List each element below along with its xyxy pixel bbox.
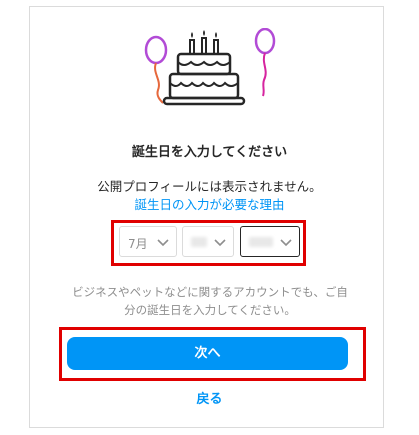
highlight-next-button [59,327,366,381]
birthday-hint-line1: ビジネスやペットなどに関するアカウントでも、ご自 [72,285,348,299]
birthday-hint: ビジネスやペットなどに関するアカウントでも、ご自 分の誕生日を入力してください。 [70,283,350,319]
page-title: 誕生日を入力してください [131,145,288,160]
highlight-birthday-selects [111,220,306,266]
birthday-hint-line2: 分の誕生日を入力してください。 [124,303,296,317]
birthday-cake-icon [144,28,276,106]
why-birthday-link[interactable]: 誕生日の入力が必要な理由 [0,194,419,213]
back-link[interactable]: 戻る [0,388,419,407]
birthday-page: 誕生日を入力してください 公開プロフィールには表示されません。 誕生日の入力が必… [0,0,419,435]
privacy-note: 公開プロフィールには表示されません。 [97,179,322,194]
